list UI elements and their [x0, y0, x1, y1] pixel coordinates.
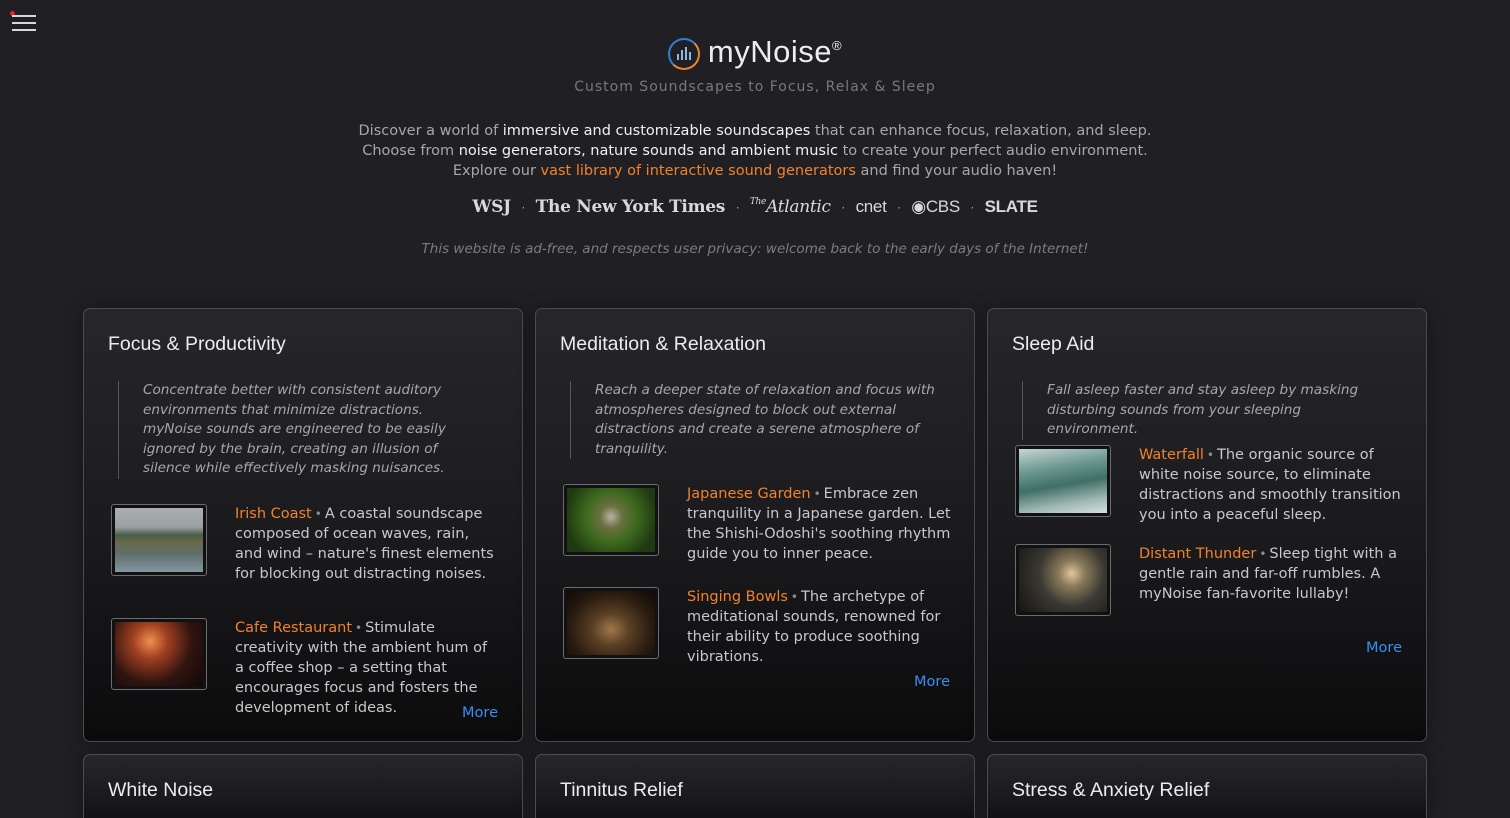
waterfall-thumbnail[interactable] [1015, 445, 1111, 517]
hamburger-menu-icon [12, 15, 36, 17]
sound-item-text: Distant Thunder • Sleep tight with a gentl… [1139, 546, 1397, 602]
card-title[interactable]: Meditation & Relaxation [560, 333, 766, 356]
category-card-meditation: Meditation & Relaxation Reach a deeper s… [535, 308, 975, 742]
hamburger-menu-icon-bar [12, 22, 36, 24]
cbs-eye-icon: ◉ [911, 197, 926, 216]
category-card-focus: Focus & Productivity Concentrate better … [83, 308, 523, 742]
more-link[interactable]: More [462, 705, 498, 721]
logo[interactable]: myNoise® [0, 34, 1510, 70]
sound-name[interactable]: Irish Coast [235, 506, 312, 522]
press-separator: · [970, 201, 975, 215]
equalizer-logo-icon [667, 38, 700, 70]
press-separator: · [841, 201, 845, 215]
category-card-sleep: Sleep Aid Fall asleep faster and stay as… [987, 308, 1427, 742]
category-card-tinnitus: Tinnitus Relief [535, 754, 975, 818]
category-card-stress-anxiety: Stress & Anxiety Relief [987, 754, 1427, 818]
slate-logo: SLATE [984, 197, 1038, 216]
press-separator: · [521, 201, 526, 215]
sound-library-link[interactable]: vast library of interactive sound genera… [541, 163, 856, 179]
card-description: Fall asleep faster and stay asleep by ma… [1022, 381, 1390, 440]
press-separator: · [897, 201, 901, 215]
sound-item-text: Cafe Restaurant • Stimulate creativity wit… [235, 620, 488, 716]
japanese-garden-thumbnail[interactable] [563, 484, 659, 556]
hamburger-menu-icon-bar [12, 29, 36, 31]
intro-line-1: Discover a world of immersive and custom… [358, 123, 1152, 139]
sound-item-text: Singing Bowls • The archetype of meditatio… [687, 589, 941, 665]
cbs-logo: ◉CBS [911, 197, 960, 216]
more-link[interactable]: More [1366, 640, 1402, 656]
privacy-note: This website is ad-free, and respects us… [421, 241, 1089, 257]
atlantic-logo: TheAtlantic [749, 197, 831, 217]
sound-name[interactable]: Japanese Garden [687, 486, 811, 502]
card-title[interactable]: Tinnitus Relief [560, 779, 683, 802]
card-title[interactable]: Stress & Anxiety Relief [1012, 779, 1209, 802]
category-card-white-noise: White Noise [83, 754, 523, 818]
more-link[interactable]: More [914, 674, 950, 690]
press-separator: · [735, 201, 740, 215]
card-title[interactable]: White Noise [108, 779, 213, 802]
registered-mark: ® [832, 38, 843, 53]
intro-text: Discover a world of immersive and custom… [0, 121, 1510, 181]
sound-item-text: Irish Coast • A coastal soundscape compose… [235, 506, 494, 582]
sound-name[interactable]: Distant Thunder [1139, 546, 1256, 562]
irish-coast-thumbnail[interactable] [111, 504, 207, 576]
sound-item-text: Waterfall • The organic source of white no… [1139, 447, 1401, 523]
wsj-logo: WSJ [472, 197, 511, 217]
nyt-logo: The New York Times [535, 197, 726, 217]
sound-name[interactable]: Singing Bowls [687, 589, 788, 605]
sound-name[interactable]: Cafe Restaurant [235, 620, 352, 636]
sound-name[interactable]: Waterfall [1139, 447, 1204, 463]
cafe-restaurant-thumbnail[interactable] [111, 618, 207, 690]
cnet-logo: cnet [855, 197, 887, 216]
distant-thunder-thumbnail[interactable] [1015, 544, 1111, 616]
singing-bowls-thumbnail[interactable] [563, 587, 659, 659]
intro-line-2: Choose from noise generators, nature sou… [362, 143, 1148, 159]
brand-name: myNoise® [707, 34, 843, 69]
menu-button[interactable] [9, 9, 39, 37]
card-description: Reach a deeper state of relaxation and f… [570, 381, 938, 459]
tagline: Custom Soundscapes to Focus, Relax & Sle… [574, 79, 936, 95]
card-title[interactable]: Focus & Productivity [108, 333, 286, 356]
card-title[interactable]: Sleep Aid [1012, 333, 1094, 356]
intro-line-3: Explore our vast library of interactive … [452, 163, 1058, 179]
press-logos: WSJ · The New York Times · TheAtlantic ·… [0, 197, 1510, 217]
card-description: Concentrate better with consistent audit… [118, 381, 486, 479]
sound-item-text: Japanese Garden • Embrace zen tranquility … [687, 486, 951, 562]
